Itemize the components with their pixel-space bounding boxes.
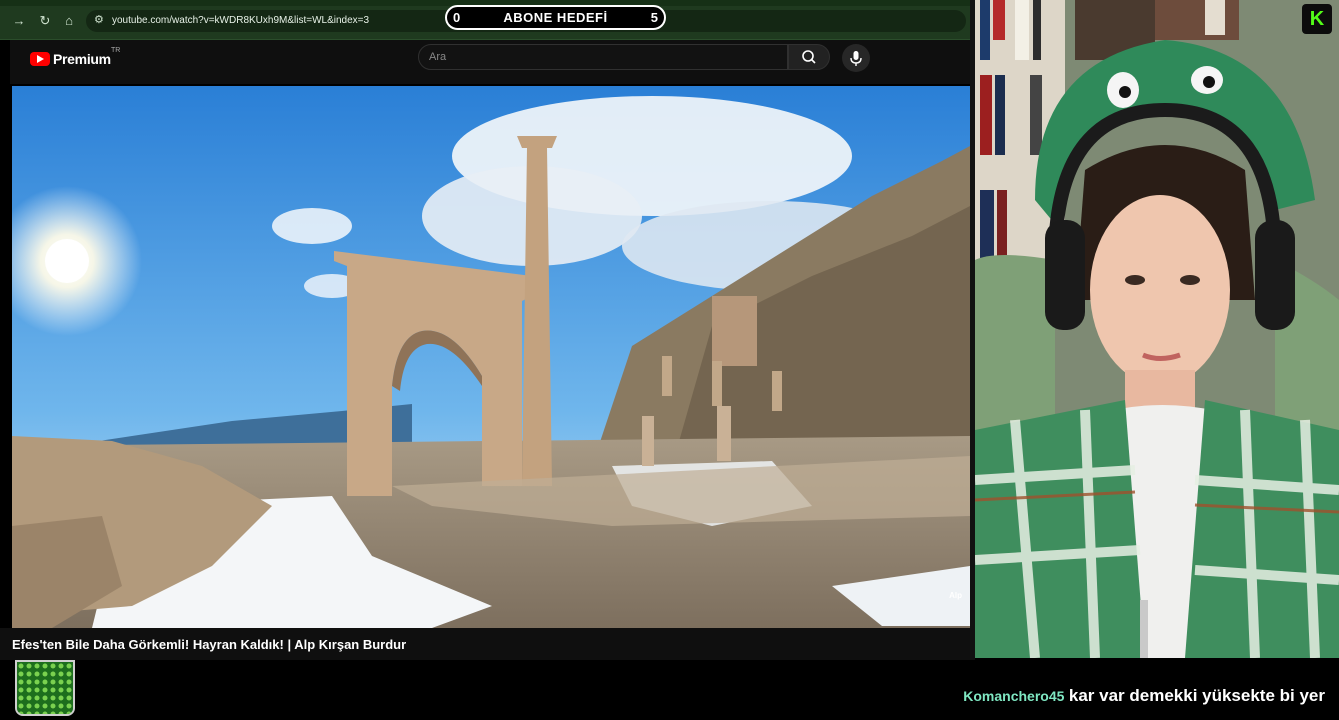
forward-icon[interactable]: → xyxy=(10,12,28,30)
chat-message: Komanchero45 kar var demekki yüksekte bi… xyxy=(963,686,1325,706)
site-settings-icon[interactable]: ⚙ xyxy=(94,13,104,26)
voice-search-button[interactable] xyxy=(842,44,870,72)
kick-logo-icon: K xyxy=(1302,4,1332,34)
url-text[interactable]: youtube.com/watch?v=kWDR8KUxh9M&list=WL&… xyxy=(112,15,369,26)
jar-widget-icon xyxy=(15,660,75,716)
home-icon[interactable]: ⌂ xyxy=(60,12,78,30)
video-frame-ruins xyxy=(12,86,970,628)
chat-text: kar var demekki yüksekte bi yer xyxy=(1068,686,1325,705)
region-code: TR xyxy=(111,47,121,54)
goal-target: 5 xyxy=(650,10,658,25)
subscriber-goal-widget: ABONE HEDEFİ 0 5 xyxy=(445,5,666,30)
microphone-icon xyxy=(850,51,862,66)
goal-current: 0 xyxy=(453,10,461,25)
streamer-camera-image xyxy=(975,0,1339,658)
jar-pattern xyxy=(17,662,73,714)
youtube-play-icon xyxy=(30,52,50,66)
video-watermark: Alp xyxy=(949,591,962,600)
video-player[interactable]: Alp xyxy=(12,86,970,628)
search-button[interactable] xyxy=(788,44,830,70)
search-input[interactable] xyxy=(429,49,769,65)
chat-username: Komanchero45 xyxy=(963,688,1065,704)
youtube-header: Premium TR xyxy=(10,40,970,84)
goal-title: ABONE HEDEFİ xyxy=(503,10,608,25)
webcam-feed xyxy=(975,0,1339,658)
logo-text: Premium xyxy=(53,51,111,67)
video-title[interactable]: Efes'ten Bile Daha Görkemli! Hayran Kald… xyxy=(12,637,406,652)
search-box[interactable] xyxy=(418,44,788,70)
reload-icon[interactable]: ↻ xyxy=(36,12,54,30)
search-icon xyxy=(802,50,816,64)
